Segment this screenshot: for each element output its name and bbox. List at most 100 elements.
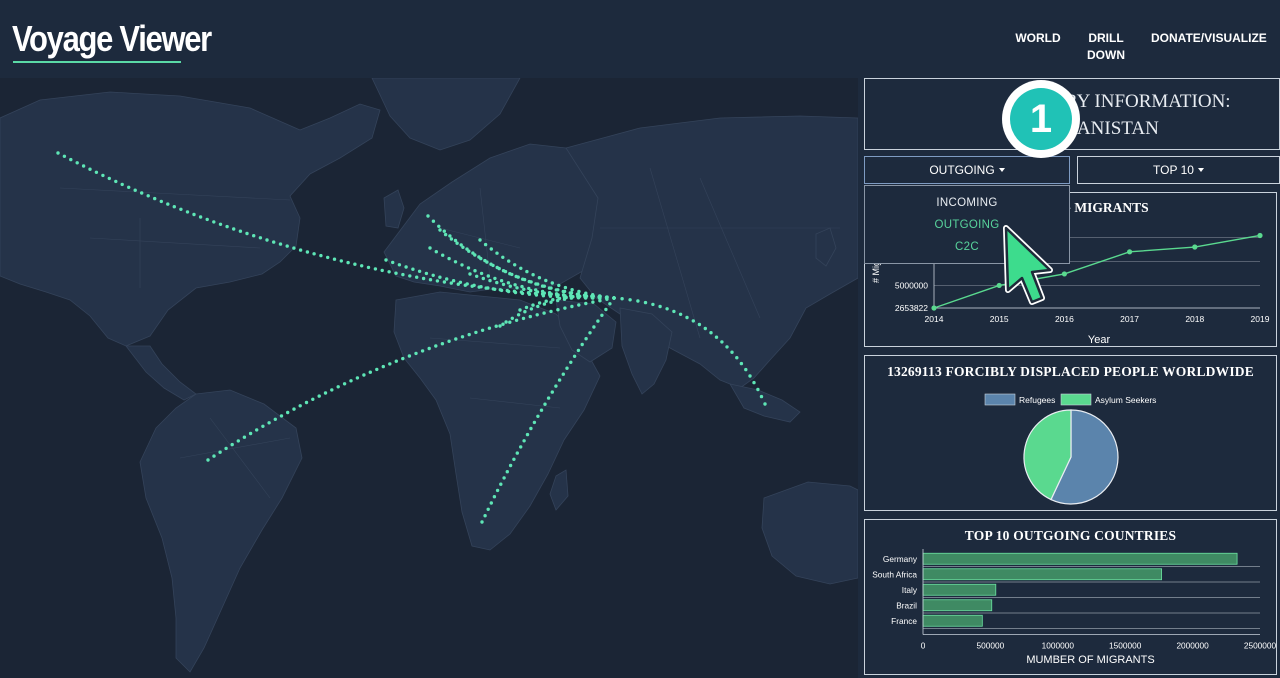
line-point bbox=[1127, 249, 1133, 255]
arc-dot bbox=[479, 256, 483, 261]
arc-dot bbox=[236, 439, 240, 443]
arc-dot bbox=[298, 404, 302, 408]
arc-dot bbox=[556, 308, 560, 312]
arc-dot bbox=[339, 259, 343, 263]
arc-dot bbox=[454, 337, 458, 341]
arc-dot bbox=[285, 244, 289, 248]
arc-dot bbox=[499, 288, 504, 293]
arc-dot bbox=[725, 345, 729, 349]
arc-dot bbox=[486, 507, 490, 511]
arc-dot bbox=[179, 207, 183, 211]
arc-dot bbox=[578, 294, 582, 298]
world-map[interactable] bbox=[0, 78, 858, 678]
arc-dot bbox=[499, 482, 503, 486]
arc-dot bbox=[473, 253, 477, 257]
arc-dot bbox=[510, 316, 514, 320]
bar bbox=[922, 583, 997, 596]
arc-dot bbox=[218, 450, 222, 454]
arc-dot bbox=[232, 227, 236, 231]
x-tick-label: 2018 bbox=[1185, 314, 1204, 324]
arc-dot bbox=[557, 378, 562, 382]
arc-dot bbox=[497, 266, 501, 271]
step-number: 1 bbox=[1010, 88, 1072, 150]
arc-dot bbox=[159, 199, 163, 204]
arc-dot bbox=[481, 276, 485, 281]
arc-dot bbox=[81, 164, 86, 168]
arc-dot bbox=[522, 277, 527, 282]
arc-dot bbox=[525, 269, 529, 274]
arc-dot bbox=[127, 185, 131, 189]
arc-dot bbox=[368, 370, 372, 374]
nav-world[interactable]: WORLD bbox=[1013, 30, 1063, 47]
arc-dot bbox=[620, 297, 624, 301]
arc-dot bbox=[521, 316, 526, 321]
arc-dot bbox=[192, 212, 196, 217]
arc-dot bbox=[447, 256, 451, 261]
arc-dot bbox=[332, 257, 337, 261]
arc-dot bbox=[514, 318, 519, 322]
direction-dropdown-label: OUTGOING bbox=[929, 163, 995, 177]
arc-dot bbox=[238, 229, 243, 233]
arc-dot bbox=[394, 359, 398, 363]
nav-donate-visualize[interactable]: DONATE/VISUALIZE bbox=[1151, 30, 1267, 47]
displaced-people-chart: 13269113 FORCIBLY DISPLACED PEOPLE WORLD… bbox=[864, 355, 1277, 511]
arc-dot bbox=[292, 407, 296, 411]
arc-dot bbox=[534, 293, 539, 297]
arc-dot bbox=[448, 234, 452, 238]
arc-dot bbox=[584, 337, 588, 341]
arc-dot bbox=[491, 263, 495, 268]
arc-dot bbox=[486, 274, 490, 278]
arc-dot bbox=[311, 397, 315, 401]
arc-dot bbox=[584, 301, 588, 306]
arc-dot bbox=[447, 339, 451, 343]
arc-dot bbox=[501, 255, 505, 259]
arc-dot bbox=[323, 391, 328, 395]
arc-dot bbox=[278, 242, 283, 246]
mouse-pointer-icon bbox=[1003, 225, 1053, 305]
x-tick-label: 2014 bbox=[925, 314, 944, 324]
arc-dot bbox=[362, 373, 366, 377]
arc-dot bbox=[380, 268, 384, 273]
arc-dot bbox=[286, 410, 290, 415]
arc-dot bbox=[487, 326, 492, 330]
arc-dot bbox=[326, 255, 330, 260]
arc-dot bbox=[554, 384, 558, 388]
nav-drill-down[interactable]: DRILL DOWN bbox=[1084, 30, 1128, 64]
arc-dot bbox=[304, 400, 309, 405]
arc-dot bbox=[353, 262, 357, 266]
arc-dot bbox=[492, 495, 497, 499]
arc-dot bbox=[685, 315, 689, 320]
dropdown-option-incoming[interactable]: INCOMING bbox=[865, 197, 1069, 209]
arc-dot bbox=[612, 296, 616, 300]
app-logo[interactable]: Voyage Viewer bbox=[12, 18, 212, 60]
x-tick-label: 2000000 bbox=[1176, 641, 1209, 651]
top-n-dropdown-button[interactable]: TOP 10 bbox=[1077, 156, 1280, 184]
y-tick-label: 2653822 bbox=[895, 303, 928, 313]
top-bar: Voyage Viewer WORLD DRILL DOWN DONATE/VI… bbox=[0, 0, 1280, 78]
arc-dot bbox=[513, 283, 517, 287]
arc-dot bbox=[550, 281, 554, 285]
arc-dot bbox=[501, 282, 506, 287]
world-map-canvas[interactable] bbox=[0, 78, 858, 678]
arc-dot bbox=[523, 310, 527, 314]
arc-dot bbox=[508, 463, 513, 468]
arc-dot bbox=[516, 313, 521, 317]
arc-dot bbox=[458, 280, 463, 284]
arc-dot bbox=[519, 445, 523, 449]
arc-dot bbox=[258, 236, 263, 240]
x-tick-label: 2016 bbox=[1055, 314, 1074, 324]
arc-dot bbox=[557, 296, 562, 301]
arc-dot bbox=[665, 307, 669, 311]
arc-dot bbox=[391, 260, 395, 265]
line-point bbox=[1257, 232, 1263, 239]
arc-dot bbox=[493, 276, 497, 281]
arc-dot bbox=[516, 275, 520, 279]
arc-dot bbox=[475, 274, 479, 278]
arc-dot bbox=[536, 282, 540, 286]
direction-dropdown-button[interactable]: OUTGOING bbox=[864, 156, 1070, 184]
arc-dot bbox=[556, 288, 560, 292]
arc-dot bbox=[62, 154, 67, 158]
arc-dot bbox=[505, 470, 509, 474]
arc-dot bbox=[401, 272, 405, 277]
arc-dot bbox=[651, 302, 655, 307]
